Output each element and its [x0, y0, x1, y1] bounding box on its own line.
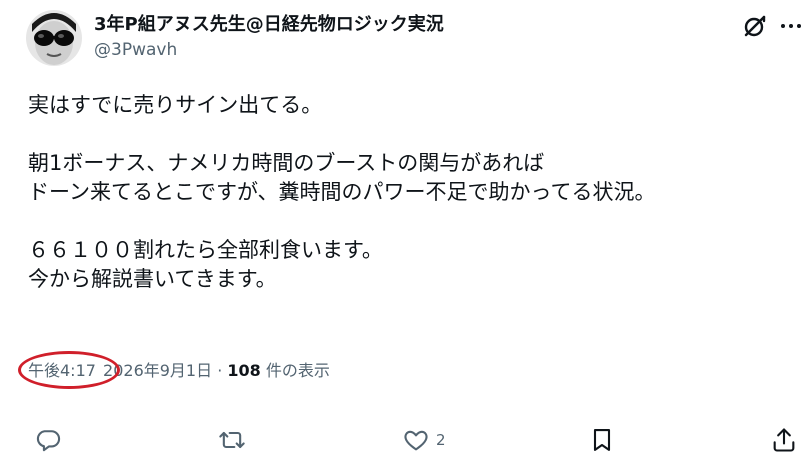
bookmark-icon — [588, 426, 616, 454]
post-body-line — [28, 207, 788, 236]
author-info: 3年P組アヌス先生@日経先物ロジック実況 @3Pwavh — [94, 12, 714, 62]
avatar[interactable] — [26, 10, 82, 66]
grok-icon[interactable] — [742, 13, 768, 39]
meta-separator: · — [217, 361, 223, 380]
repost-icon — [218, 426, 246, 454]
action-bar: 2 — [0, 420, 807, 460]
time-highlight-circle — [18, 351, 120, 389]
post-body: 実はすでに売りサイン出てる。 朝1ボーナス、ナメリカ時間のブーストの関与があれば… — [28, 91, 788, 294]
author-handle[interactable]: @3Pwavh — [94, 38, 714, 62]
author-display-name[interactable]: 3年P組アヌス先生@日経先物ロジック実況 — [94, 12, 714, 38]
views-label[interactable]: 件の表示 — [266, 361, 330, 380]
post-body-line: 朝1ボーナス、ナメリカ時間のブーストの関与があれば — [28, 151, 545, 175]
like-button[interactable]: 2 — [402, 426, 446, 454]
post-body-line: 今から解説書いてきます。 — [28, 267, 277, 291]
post: 3年P組アヌス先生@日経先物ロジック実況 @3Pwavh 実はすでに売りサイン出… — [0, 0, 807, 466]
reply-icon — [34, 426, 62, 454]
like-count: 2 — [436, 431, 446, 449]
bookmark-button[interactable] — [588, 426, 616, 454]
post-body-line: 実はすでに売りサイン出てる。 — [28, 93, 323, 117]
post-body-line: ドーン来てるとこですが、糞時間のパワー不足で助かってる状況。 — [28, 180, 656, 204]
post-body-line: ６６１００割れたら全部利食います。 — [28, 238, 383, 262]
share-button[interactable] — [770, 426, 798, 454]
share-icon — [770, 426, 798, 454]
like-icon — [402, 426, 430, 454]
views-count[interactable]: 108 — [227, 361, 260, 380]
more-icon[interactable] — [780, 13, 802, 39]
repost-button[interactable] — [218, 426, 246, 454]
post-time-wrapper[interactable]: 午後4:17 — [18, 351, 120, 389]
post-meta: 午後4:17 2026年9月1日 · 108 件の表示 — [18, 351, 330, 389]
reply-button[interactable] — [34, 426, 62, 454]
post-body-line — [28, 120, 788, 149]
